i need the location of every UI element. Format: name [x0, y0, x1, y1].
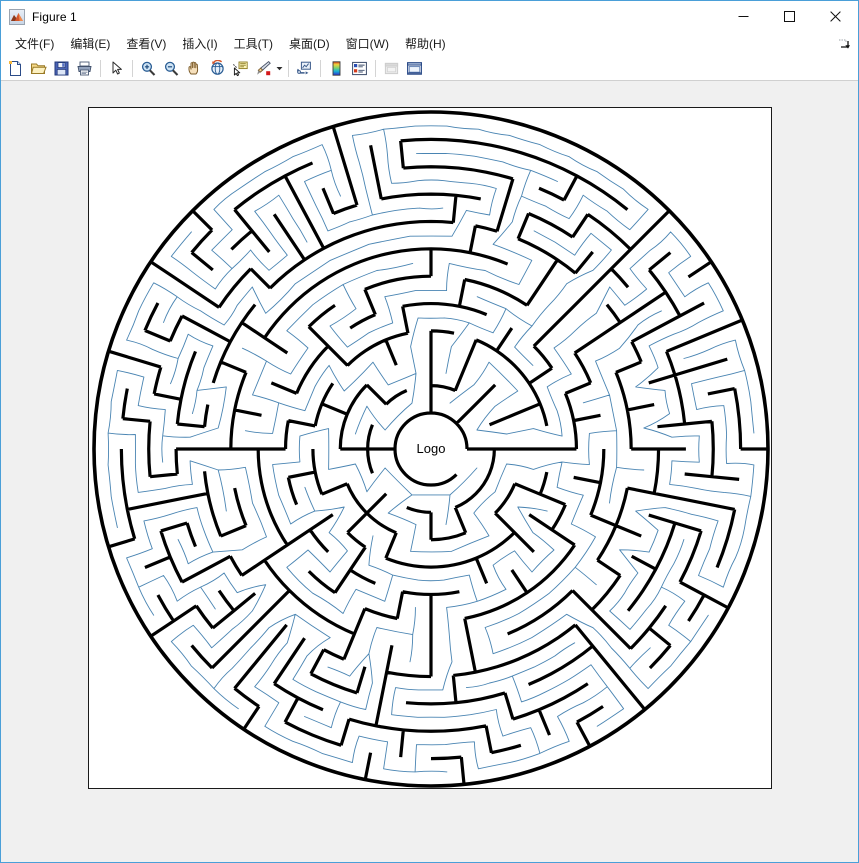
toolbar-separator	[375, 59, 376, 77]
figure-window: Figure 1 文件(F) 编辑(E) 查看(V) 插入(I) 工具(T) 桌…	[0, 0, 859, 863]
data-cursor-button[interactable]	[229, 57, 252, 79]
figure-palette-button[interactable]	[380, 57, 403, 79]
minimize-icon	[738, 16, 748, 17]
toolbar-separator	[100, 59, 101, 77]
menu-item-help[interactable]: 帮助(H)	[397, 34, 454, 55]
plot-browser-button[interactable]	[403, 57, 426, 79]
insert-colorbar-button[interactable]	[325, 57, 348, 79]
pan-button[interactable]	[183, 57, 206, 79]
toolbar-separator	[288, 59, 289, 77]
toolbar-separator	[320, 59, 321, 77]
maximize-button[interactable]	[766, 1, 812, 32]
minimize-button[interactable]	[720, 1, 766, 32]
printer-icon	[77, 61, 92, 75]
close-icon	[829, 11, 841, 22]
legend-icon	[352, 61, 367, 75]
link-plot-icon	[297, 61, 311, 74]
floppy-save-icon	[54, 61, 69, 75]
close-button[interactable]	[812, 1, 858, 32]
title-bar: Figure 1	[1, 1, 858, 32]
brush-paint-icon	[257, 60, 271, 75]
figure-palette-icon	[384, 62, 399, 74]
chevron-down-icon	[276, 66, 283, 70]
arrow-pointer-icon	[112, 61, 122, 74]
rotate-3d-icon	[211, 59, 224, 75]
matlab-membrane-icon	[9, 8, 25, 25]
toolbar	[1, 56, 858, 81]
menu-item-tools[interactable]: 工具(T)	[226, 34, 281, 55]
magnifier-plus-icon	[141, 61, 156, 76]
edit-plot-button[interactable]	[105, 57, 128, 79]
magnifier-minus-icon	[164, 61, 179, 76]
zoom-out-button[interactable]	[160, 57, 183, 79]
circular-maze-graphic	[92, 110, 770, 788]
rotate-3d-button[interactable]	[206, 57, 229, 79]
menu-item-file[interactable]: 文件(F)	[7, 34, 62, 55]
insert-legend-button[interactable]	[348, 57, 371, 79]
menu-item-edit[interactable]: 编辑(E)	[62, 34, 118, 55]
colorbar-icon	[332, 60, 341, 76]
hand-pan-icon	[188, 61, 199, 74]
zoom-in-button[interactable]	[137, 57, 160, 79]
open-file-button[interactable]	[27, 57, 50, 79]
menu-item-desktop[interactable]: 桌面(D)	[281, 34, 338, 55]
brush-dropdown-arrow[interactable]	[275, 57, 284, 79]
menu-item-window[interactable]: 窗口(W)	[338, 34, 397, 55]
data-cursor-icon	[233, 61, 248, 76]
window-title: Figure 1	[32, 9, 77, 24]
undock-arrow-icon[interactable]	[837, 37, 851, 51]
open-folder-icon	[30, 63, 47, 74]
print-figure-button[interactable]	[73, 57, 96, 79]
axes-plot-area[interactable]: Logo	[88, 107, 772, 789]
menu-item-view[interactable]: 查看(V)	[118, 34, 174, 55]
new-document-icon	[9, 60, 21, 76]
window-controls	[720, 1, 858, 32]
link-plot-button[interactable]	[293, 57, 316, 79]
menu-item-insert[interactable]: 插入(I)	[174, 34, 225, 55]
figure-canvas: Logo	[1, 81, 858, 861]
brush-select-button[interactable]	[252, 57, 275, 79]
plot-browser-icon	[407, 61, 422, 75]
save-figure-button[interactable]	[50, 57, 73, 79]
maximize-icon	[783, 11, 795, 22]
toolbar-separator	[132, 59, 133, 77]
new-figure-button[interactable]	[4, 57, 27, 79]
menu-bar: 文件(F) 编辑(E) 查看(V) 插入(I) 工具(T) 桌面(D) 窗口(W…	[1, 32, 858, 56]
